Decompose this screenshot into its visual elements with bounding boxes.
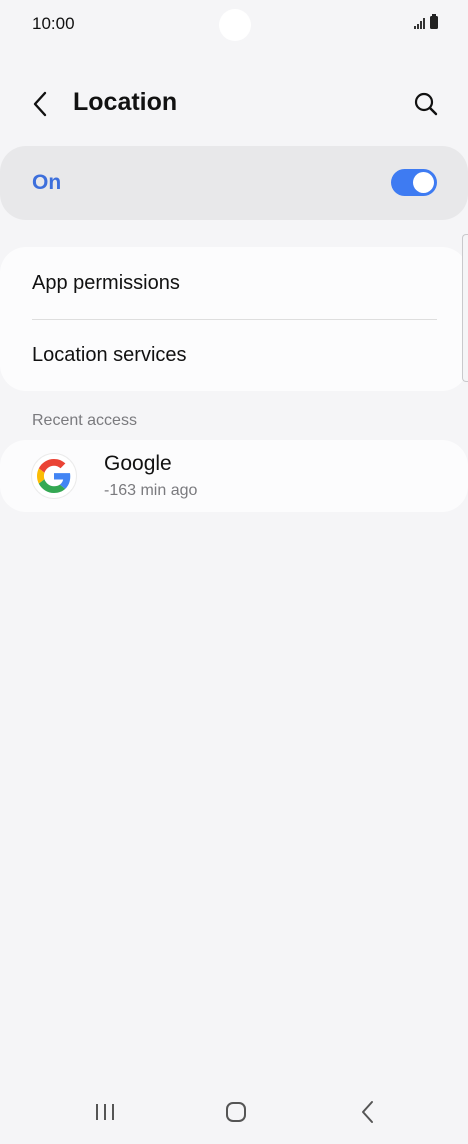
search-icon bbox=[414, 92, 438, 116]
menu-item-label: App permissions bbox=[32, 272, 180, 294]
google-icon bbox=[31, 453, 77, 499]
status-time: 10:00 bbox=[32, 14, 75, 33]
status-bar: 10:00 bbox=[0, 0, 468, 50]
menu-item-location-services[interactable]: Location services bbox=[0, 319, 468, 391]
navigation-bar bbox=[0, 1080, 468, 1144]
signal-icon bbox=[414, 17, 425, 29]
search-button[interactable] bbox=[406, 84, 446, 124]
page-title: Location bbox=[73, 88, 178, 116]
back-icon bbox=[362, 1101, 373, 1123]
recent-access-item-google[interactable]: Google -163 min ago bbox=[0, 440, 468, 512]
recent-apps-button[interactable] bbox=[81, 1092, 129, 1132]
recent-apps-icon bbox=[96, 1104, 114, 1120]
menu-item-label: Location services bbox=[32, 344, 187, 366]
location-settings-list: App permissions Location services bbox=[0, 247, 468, 391]
home-button[interactable] bbox=[212, 1092, 260, 1132]
chevron-left-icon bbox=[33, 91, 47, 117]
switch-knob bbox=[413, 172, 434, 193]
app-header: Location bbox=[0, 72, 468, 136]
camera-cutout bbox=[219, 9, 251, 41]
back-button[interactable] bbox=[22, 84, 58, 124]
menu-item-app-permissions[interactable]: App permissions bbox=[0, 247, 468, 319]
location-toggle-label: On bbox=[32, 171, 62, 194]
nav-back-button[interactable] bbox=[344, 1092, 392, 1132]
scroll-indicator[interactable] bbox=[462, 234, 468, 382]
location-toggle-row[interactable]: On bbox=[0, 146, 468, 220]
home-icon bbox=[226, 1102, 246, 1122]
access-time: -163 min ago bbox=[104, 482, 198, 499]
app-name: Google bbox=[104, 452, 172, 475]
location-switch[interactable] bbox=[391, 169, 437, 196]
battery-icon bbox=[430, 14, 438, 29]
status-icons bbox=[414, 14, 438, 29]
recent-access-heading: Recent access bbox=[32, 412, 137, 429]
